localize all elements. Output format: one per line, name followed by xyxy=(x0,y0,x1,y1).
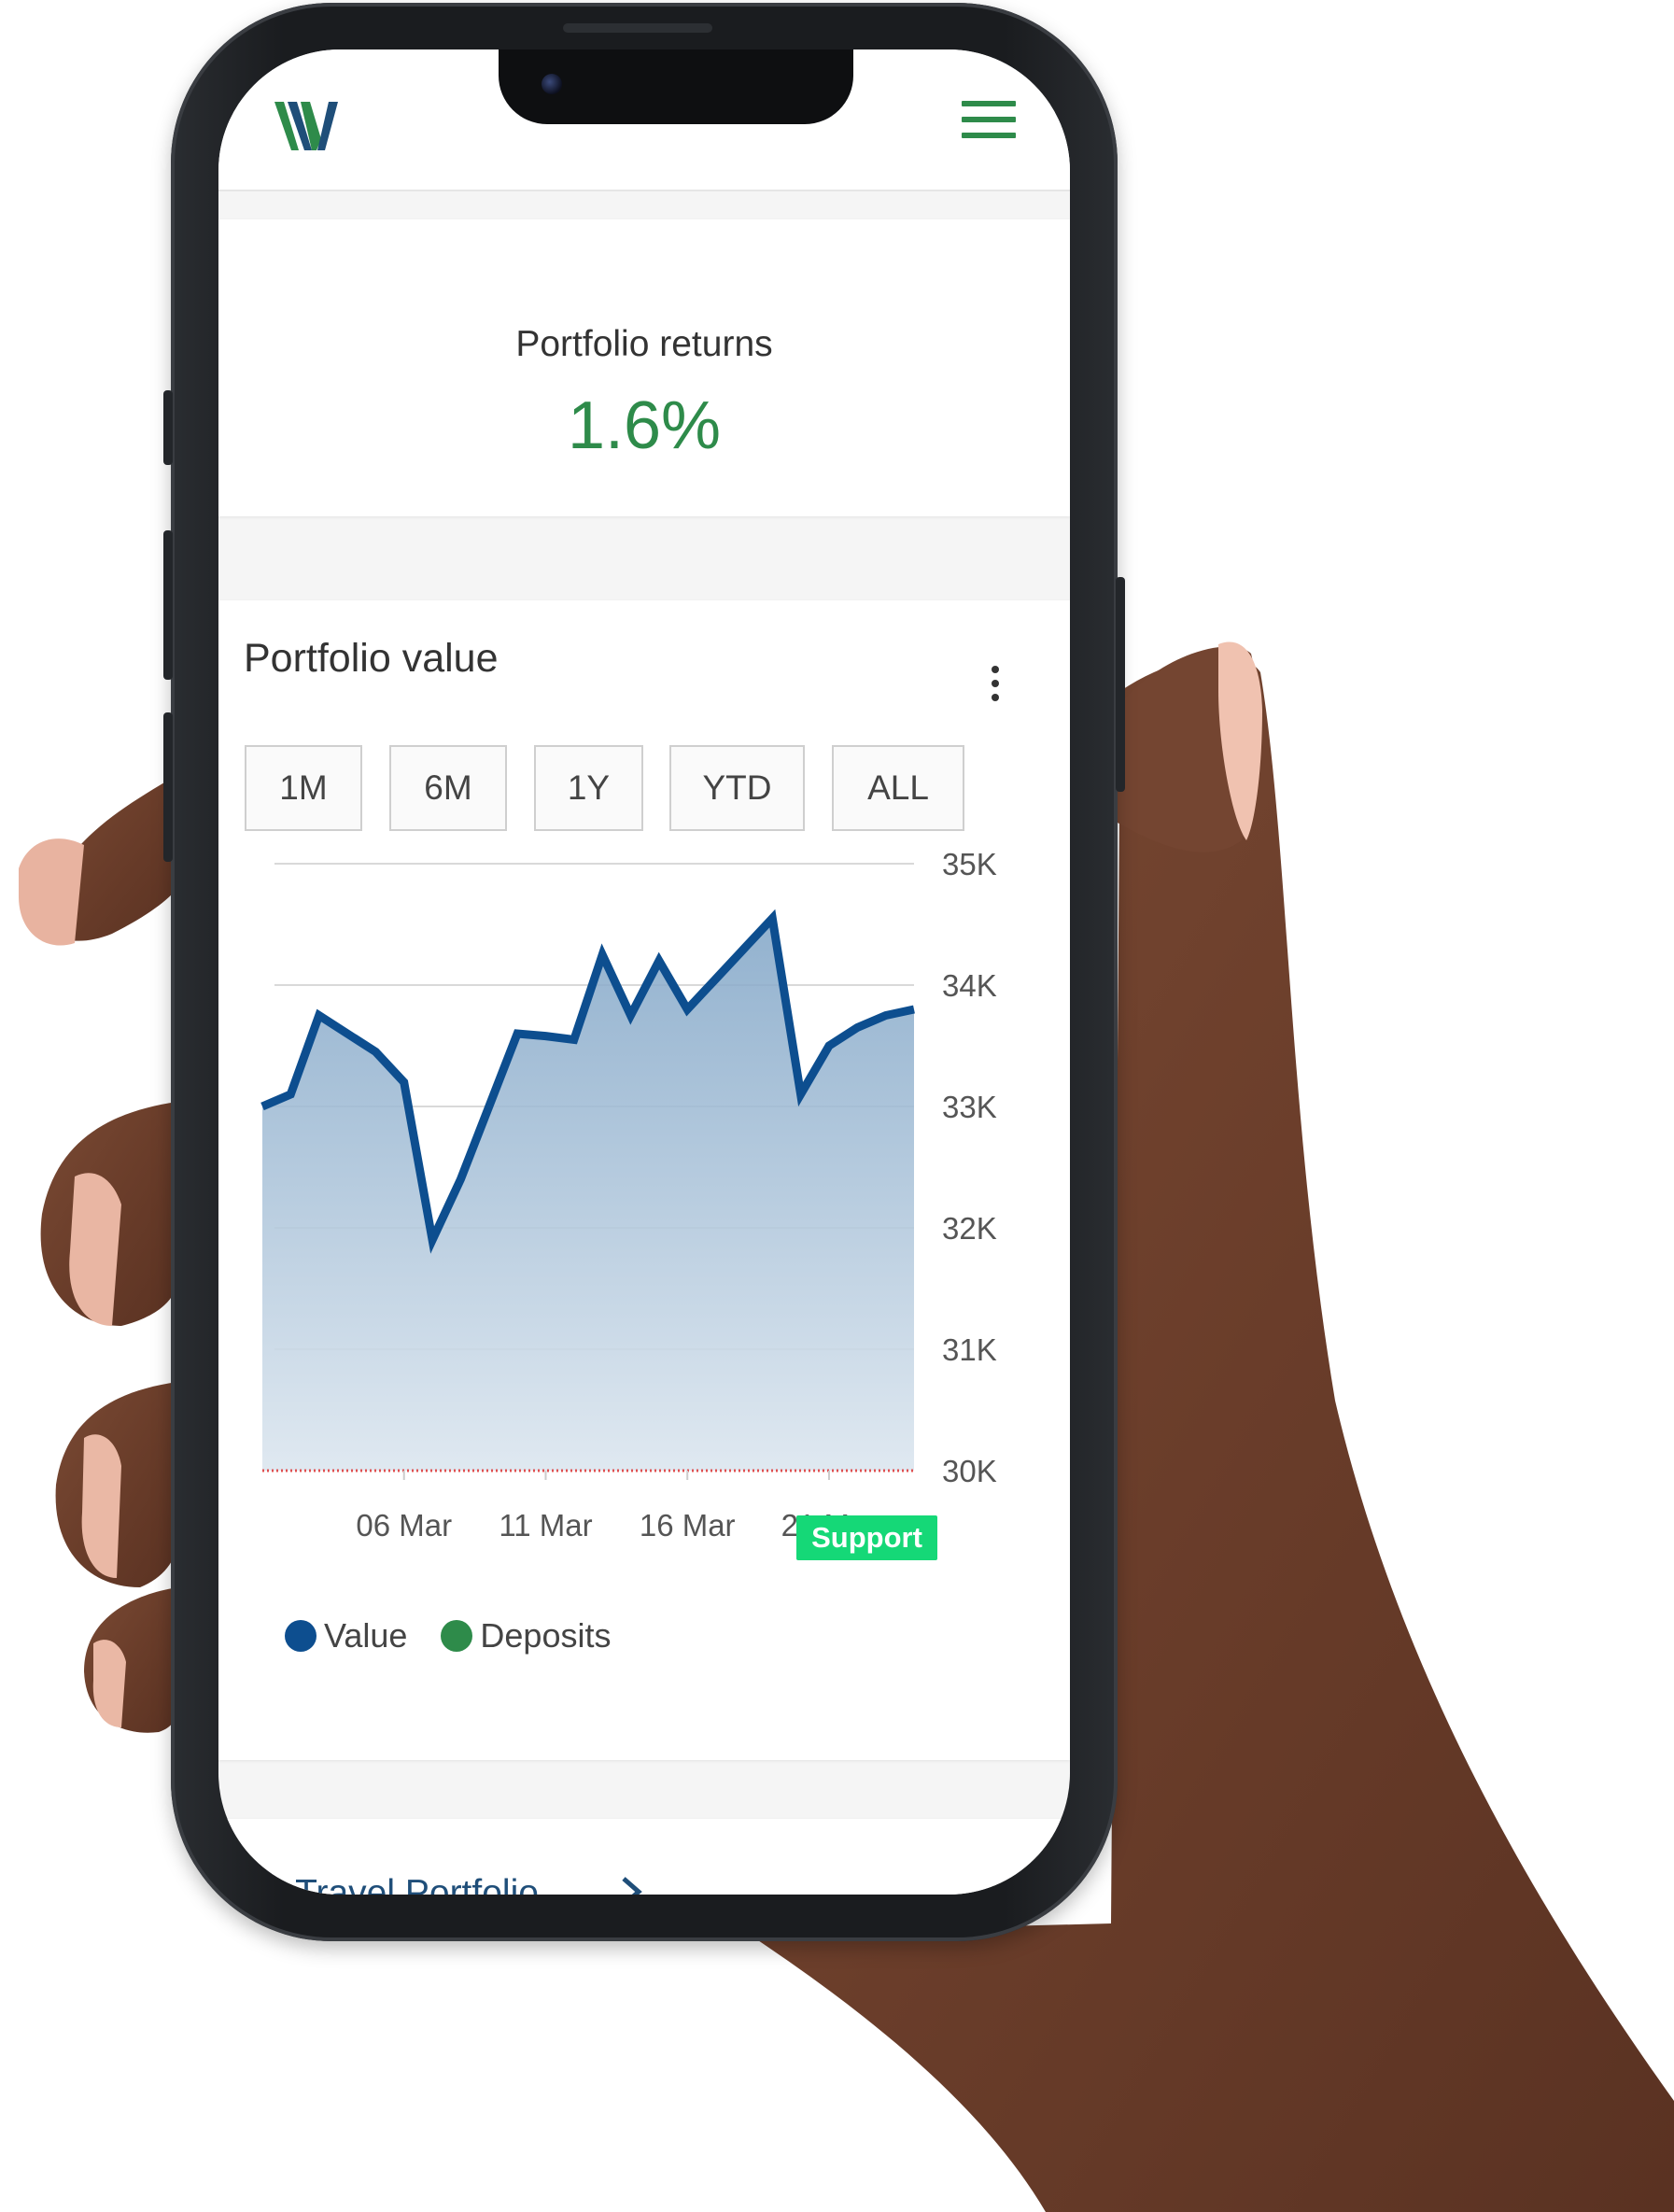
legend-label-value: Value xyxy=(324,1616,408,1655)
y-tick-label: 35K xyxy=(942,847,997,881)
legend-dot-value xyxy=(285,1620,317,1652)
travel-portfolio-link[interactable]: My Travel Portfolio xyxy=(237,1873,539,1895)
front-camera xyxy=(542,74,562,94)
volume-down-button xyxy=(163,712,173,862)
portfolio-returns-label: Portfolio returns xyxy=(515,324,773,364)
chart-legend: Value Deposits xyxy=(285,1616,644,1655)
portfolio-value-chart: 35K34K33K32K31K30K06 Mar11 Mar16 Mar21 M… xyxy=(260,847,997,1543)
phone-screen: Portfolio returns 1.6% Portfolio value 1… xyxy=(218,49,1070,1895)
portfolio-returns-value: 1.6% xyxy=(567,388,722,463)
range-button-1y[interactable]: 1Y xyxy=(534,745,643,831)
range-button-1m[interactable]: 1M xyxy=(245,745,362,831)
more-vertical-icon[interactable] xyxy=(986,666,1005,712)
range-button-ytd[interactable]: YTD xyxy=(669,745,805,831)
portfolio-value-card: Portfolio value 1M 6M 1Y YTD ALL 35K 34K 3… xyxy=(218,600,1070,1760)
x-tick-label: 06 Mar xyxy=(356,1508,452,1543)
notch xyxy=(499,49,853,124)
y-tick-label: 32K xyxy=(942,1211,997,1246)
speaker-slot xyxy=(563,23,712,33)
travel-portfolio-card: My Travel Portfolio xyxy=(218,1819,1070,1895)
range-button-all[interactable]: ALL xyxy=(832,745,964,831)
chevron-right-icon[interactable] xyxy=(620,1875,644,1895)
portfolio-value-title: Portfolio value xyxy=(244,636,499,681)
x-tick-label: 11 Mar xyxy=(499,1508,592,1543)
legend-label-deposits: Deposits xyxy=(480,1616,612,1655)
hamburger-menu-icon[interactable] xyxy=(962,101,1016,146)
range-button-6m[interactable]: 6M xyxy=(389,745,507,831)
y-tick-label: 31K xyxy=(942,1332,997,1367)
power-button xyxy=(1116,577,1125,792)
phone-frame: Portfolio returns 1.6% Portfolio value 1… xyxy=(163,3,1125,1941)
portfolio-returns-card: Portfolio returns 1.6% xyxy=(218,219,1070,516)
support-badge[interactable]: Support xyxy=(796,1515,937,1560)
y-tick-label: 34K xyxy=(942,968,997,1003)
x-tick-label: 16 Mar xyxy=(640,1508,736,1543)
w-logo-icon[interactable] xyxy=(274,98,345,154)
silent-switch xyxy=(163,390,173,465)
y-tick-label: 30K xyxy=(942,1454,997,1488)
legend-item-value[interactable]: Value xyxy=(285,1616,407,1655)
y-tick-label: 33K xyxy=(942,1090,997,1124)
legend-item-deposits[interactable]: Deposits xyxy=(441,1616,611,1655)
volume-up-button xyxy=(163,530,173,680)
legend-dot-deposits xyxy=(441,1620,473,1652)
